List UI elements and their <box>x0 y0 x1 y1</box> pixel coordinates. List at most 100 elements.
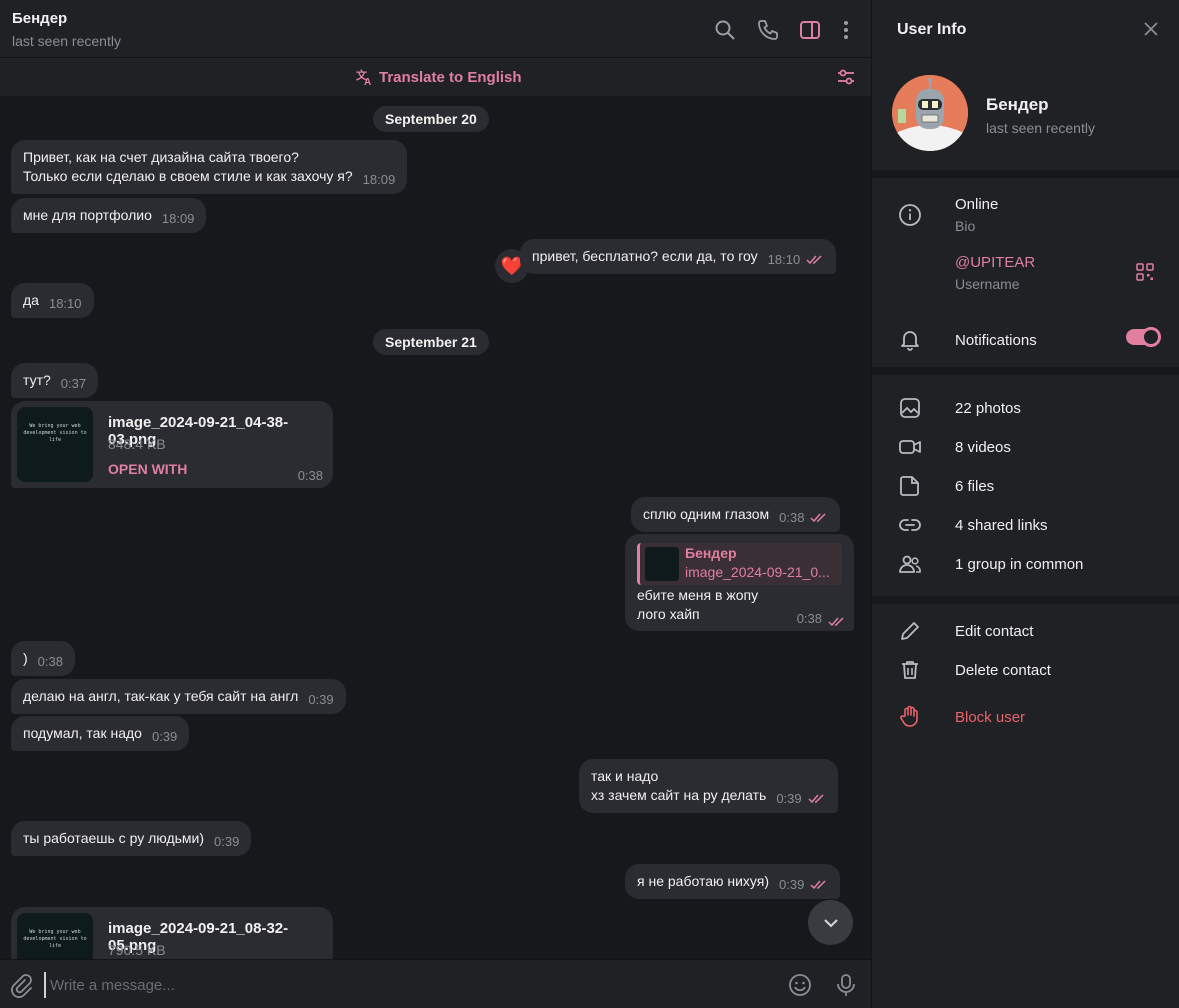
media-files[interactable]: 6 files <box>955 478 994 495</box>
message-text: подумал, так надо <box>23 725 142 741</box>
message-incoming[interactable]: ты работаешь с ру людьми) 0:39 <box>11 821 252 856</box>
block-user-button[interactable]: Block user <box>955 709 1025 726</box>
message-text: Привет, как на счет дизайна сайта твоего… <box>23 149 353 184</box>
avatar[interactable] <box>892 75 968 151</box>
message-time: 0:39 <box>776 791 802 806</box>
message-incoming[interactable]: тут? 0:37 <box>11 363 99 398</box>
bio-value[interactable]: Online <box>955 196 998 213</box>
file-message[interactable]: We bring your web development vision to … <box>11 907 333 959</box>
message-time: 0:38 <box>37 654 63 669</box>
translate-button[interactable]: 文A Translate to English <box>355 67 522 87</box>
message-text: тут? <box>23 372 51 388</box>
photo-icon <box>900 398 920 418</box>
attach-icon[interactable] <box>8 972 34 998</box>
bell-icon <box>901 331 919 351</box>
chat-header[interactable]: Бендер last seen recently <box>0 0 871 58</box>
video-icon <box>899 440 921 454</box>
message-time: 18:09 <box>362 172 396 187</box>
message-incoming[interactable]: подумал, так надо 0:39 <box>11 716 190 751</box>
message-time: 0:38 <box>796 611 822 626</box>
message-incoming[interactable]: мне для портфолио 18:09 <box>11 198 207 233</box>
scroll-down-button[interactable] <box>808 900 853 945</box>
message-incoming[interactable]: Привет, как на счет дизайна сайта твоего… <box>11 140 408 194</box>
thumbnail-text: We bring your web development vision to … <box>23 929 87 949</box>
notifications-toggle[interactable] <box>1126 327 1161 347</box>
file-icon <box>900 476 919 496</box>
microphone-icon[interactable] <box>833 972 859 998</box>
translate-label: Translate to English <box>379 68 522 86</box>
emoji-icon[interactable] <box>787 972 813 998</box>
telegram-window: Бендер last seen recently 文A Translate t… <box>0 0 1179 1008</box>
toggle-knob <box>1141 327 1161 347</box>
profile-name: Бендер <box>986 95 1049 114</box>
message-time: 0:38 <box>779 510 805 525</box>
chat-title[interactable]: Бендер <box>12 10 67 27</box>
message-composer <box>0 959 871 1008</box>
date-separator: September 20 <box>373 106 489 132</box>
message-time: 0:37 <box>60 376 87 391</box>
message-text: делаю на англ, так-как у тебя сайт на ан… <box>23 688 299 704</box>
message-text: я не работаю нихуя) <box>637 873 770 889</box>
reply-quote[interactable]: Бендер image_2024-09-21_0... <box>637 543 842 585</box>
message-time: 0:38 <box>297 468 323 483</box>
reply-message[interactable]: Бендер image_2024-09-21_0... ебите меня … <box>625 534 854 631</box>
message-outgoing[interactable]: сплю одним глазом 0:38 <box>631 497 841 532</box>
message-feed[interactable]: September 20 Привет, как на счет дизайна… <box>0 96 871 959</box>
more-icon[interactable] <box>834 18 858 42</box>
message-outgoing[interactable]: я не работаю нихуя) 0:39 <box>625 864 841 899</box>
message-text: так и надо хз зачем сайт на ру делать <box>591 768 767 803</box>
message-outgoing[interactable]: так и надо хз зачем сайт на ру делать 0:3… <box>579 759 838 813</box>
phone-icon[interactable] <box>756 18 780 42</box>
sidebar-toggle-icon[interactable] <box>798 18 822 42</box>
message-incoming[interactable]: ) 0:38 <box>11 641 75 676</box>
info-icon <box>899 204 921 226</box>
bio-label: Bio <box>955 218 976 234</box>
file-thumbnail[interactable]: We bring your web development vision to … <box>17 407 93 482</box>
translate-settings-icon[interactable] <box>835 66 857 88</box>
section-divider <box>872 367 1179 375</box>
message-time: 0:39 <box>308 692 334 707</box>
message-text: ты работаешь с ру людьми) <box>23 830 205 846</box>
translate-bar: 文A Translate to English <box>0 58 871 96</box>
group-icon <box>899 555 921 573</box>
media-videos[interactable]: 8 videos <box>955 439 1011 456</box>
qr-code-icon[interactable] <box>1136 263 1154 281</box>
close-icon[interactable] <box>1140 18 1162 40</box>
hand-block-icon <box>900 705 918 727</box>
groups-in-common[interactable]: 1 group in common <box>955 556 1083 573</box>
profile-status: last seen recently <box>986 120 1095 136</box>
read-check-icon <box>828 617 844 627</box>
svg-text:A: A <box>364 77 371 87</box>
thumbnail-text: We bring your web development vision to … <box>23 423 87 443</box>
open-with-button[interactable]: OPEN WITH <box>108 461 187 477</box>
message-text: да <box>23 292 39 308</box>
message-incoming[interactable]: делаю на англ, так-как у тебя сайт на ан… <box>11 679 346 714</box>
translate-icon: 文A <box>356 68 371 87</box>
file-message[interactable]: We bring your web development vision to … <box>11 401 333 488</box>
panel-title: User Info <box>897 21 967 38</box>
date-separator: September 21 <box>373 329 489 355</box>
pencil-icon <box>901 622 919 640</box>
message-time: 0:39 <box>214 834 240 849</box>
message-incoming[interactable]: да 18:10 <box>11 283 94 318</box>
read-check-icon <box>810 513 826 523</box>
media-photos[interactable]: 22 photos <box>955 400 1021 417</box>
message-outgoing[interactable]: привет, бесплатно? если да, то гоу 18:10 <box>520 239 837 274</box>
search-icon[interactable] <box>713 18 737 42</box>
link-icon <box>899 519 921 531</box>
section-divider <box>872 170 1179 178</box>
message-input[interactable] <box>44 972 764 998</box>
username-value[interactable]: @UPITEAR <box>955 254 1035 271</box>
username-label: Username <box>955 276 1020 292</box>
notifications-label: Notifications <box>955 332 1037 349</box>
quote-thumbnail <box>645 547 679 581</box>
message-text: сплю одним глазом <box>643 506 770 522</box>
edit-contact-button[interactable]: Edit contact <box>955 623 1033 640</box>
file-size: 790.5 KB <box>108 942 166 958</box>
message-time-wrap: 0:38 <box>796 611 846 627</box>
media-links[interactable]: 4 shared links <box>955 517 1048 534</box>
message-time: 18:10 <box>767 252 801 267</box>
file-thumbnail[interactable]: We bring your web development vision to … <box>17 913 93 959</box>
delete-contact-button[interactable]: Delete contact <box>955 662 1051 679</box>
section-divider <box>872 596 1179 604</box>
